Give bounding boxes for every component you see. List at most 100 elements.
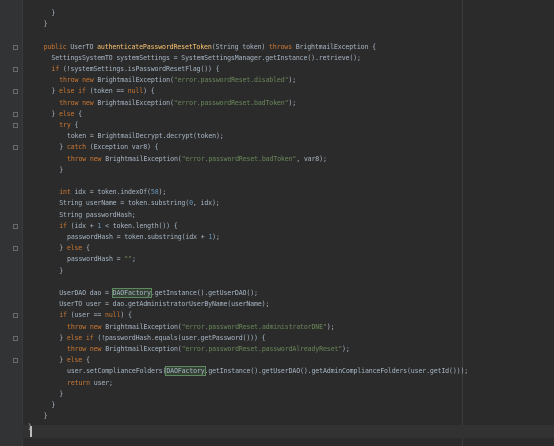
code-token: ); [288,76,297,85]
code-line[interactable]: throw new BrightmailException("error.pas… [59,97,296,110]
code-token: if [51,65,63,73]
code-token: else if [59,87,90,96]
fold-marker-icon[interactable] [13,313,18,319]
code-token: else [66,356,86,365]
code-token: (user == [70,311,106,320]
fold-marker-icon[interactable] [13,123,18,128]
code-token: int [59,188,75,197]
code-token: throw new [67,154,106,163]
code-token: BrightmailException( [97,76,174,85]
code-token: public [43,42,71,51]
code-token: } [51,109,60,118]
code-token: BrightmailException { [295,42,376,51]
code-token: String passwordHash; [59,210,136,219]
code-token: .getInstance().getUserDAO(); [150,289,258,297]
code-line[interactable]: passwordHash = ""; [67,253,136,266]
code-token: ); [158,188,167,197]
code-token: SettingsSystemTO systemSettings = System… [51,53,361,62]
code-line[interactable]: throw new BrightmailException("error.pas… [67,343,350,356]
fold-marker-icon[interactable] [13,44,18,50]
code-token: null [105,311,121,320]
code-token: } [51,9,56,17]
code-token: ); [212,233,220,241]
code-token: throws [268,42,296,51]
code-token: ); [288,98,297,107]
code-token: "error.passwordReset.administratorDNE" [181,322,327,331]
code-token: BrightmailException( [105,345,182,353]
editor-gutter[interactable] [0,0,23,446]
fold-marker-icon[interactable] [13,145,18,151]
fold-marker-icon[interactable] [13,223,18,229]
code-token: BrightmailException( [97,98,174,107]
code-token: throw new [67,345,106,353]
code-token: token = BrightmailDecrypt.decrypt(token)… [67,132,224,141]
right-margin-guide [462,0,463,446]
text-caret [30,426,32,437]
code-line[interactable]: } [51,7,55,20]
code-line[interactable]: } [59,164,63,177]
fold-marker-icon[interactable] [13,111,18,117]
code-token: throw new [67,322,106,331]
code-token: (!systemSettings.isPasswordResetFlag()) … [62,65,220,73]
code-line[interactable]: } [59,265,63,278]
code-line[interactable]: } [51,399,55,412]
code-token: user; [93,378,113,387]
code-token: "error.passwordReset.badToken" [173,98,289,107]
code-token: null [127,87,144,96]
code-token: try [59,121,75,129]
code-token: user.setComplianceFolders( [67,367,167,376]
code-line[interactable]: user.setComplianceFolders(DAOFactory.get… [67,365,468,378]
code-token: ; [131,255,136,264]
code-token: ); [326,322,335,331]
code-token: .getInstance().getUserDAO().getAdminComp… [204,367,469,376]
highlighted-token: DAOFactory [165,366,206,377]
code-token: } [51,87,60,96]
fold-marker-icon[interactable] [13,335,18,341]
code-token: "" [124,255,132,264]
code-token: else if [66,333,98,342]
current-line-highlight [22,425,554,438]
code-token: BrightmailException( [105,154,182,163]
code-line[interactable]: } [44,410,48,423]
fold-marker-icon[interactable] [13,246,18,252]
code-token: throw new [59,98,98,107]
code-token: { [74,121,79,129]
code-token: ); [342,345,350,353]
fold-marker-icon[interactable] [13,67,18,72]
code-token: if [59,221,71,230]
code-token: return [67,378,94,387]
code-token: authenticatePasswordResetToken [97,42,212,51]
code-token: } [51,401,56,409]
code-token: , idx); [192,199,220,208]
code-line[interactable]: return user; [67,377,113,390]
code-token: } [59,333,67,342]
code-token: } [59,143,67,152]
code-line[interactable]: } [59,388,63,401]
code-token: { [85,244,90,253]
fold-marker-icon[interactable] [13,89,18,95]
code-token: (token == [89,87,128,96]
code-token: passwordHash = [67,255,125,264]
code-token: } [43,412,48,421]
fold-marker-icon[interactable] [13,358,18,364]
code-line[interactable]: } [44,18,48,31]
code-line[interactable]: throw new BrightmailException("error.pas… [67,153,327,166]
code-editor[interactable]: }} public UserTO authenticatePasswordRese… [0,0,554,446]
code-token: catch [66,143,90,152]
code-token: ) { [143,87,155,96]
highlighted-token: DAOFactory [111,288,152,298]
code-token: "error.passwordReset.passwordAlreadyRese… [181,345,343,353]
code-token: (!passwordHash.equals(user.getPassword()… [97,333,266,342]
code-line[interactable]: passwordHash = token.substring(idx + 1); [67,231,220,244]
code-token: else [59,109,79,118]
code-token: (String token) [211,42,269,51]
code-token: throw new [59,76,98,85]
code-token: , var8); [296,154,327,163]
code-token: passwordHash = token.substring(idx + [67,233,209,241]
code-token: { [78,109,82,118]
code-token: } [43,20,48,29]
code-token: } [59,356,67,365]
code-token: < token.length()) { [101,221,178,230]
code-token: } [59,389,64,398]
code-token: } [59,244,67,253]
